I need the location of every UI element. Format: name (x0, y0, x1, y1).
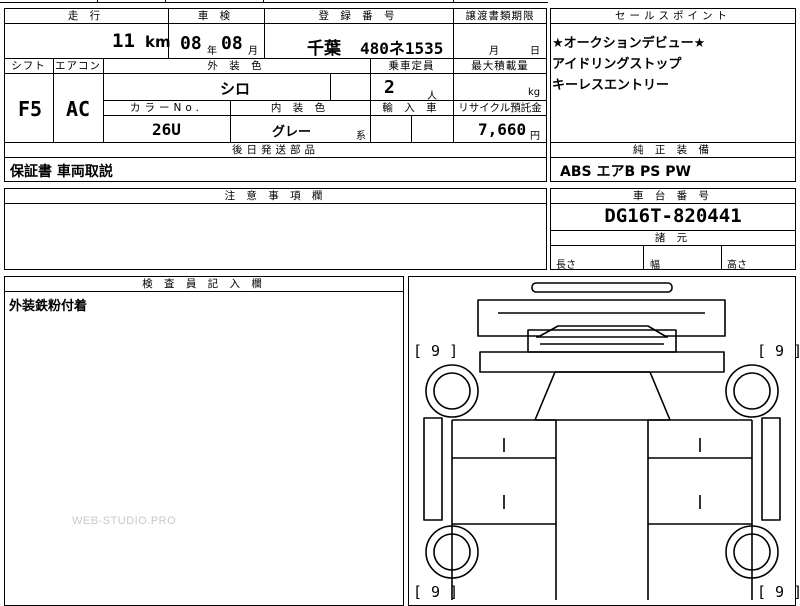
recycle-fee-value: 7,660 (478, 120, 527, 139)
inspector-label: 検 査 員 記 入 欄 (142, 278, 266, 290)
shift-label: シフト (11, 60, 46, 72)
color-no-label: カラーNo. (130, 102, 203, 114)
import-label: 輸 入 車 (382, 102, 441, 114)
damage-mark-front-right: [ 9 ] (757, 342, 800, 360)
damage-mark-front-left: [ 9 ] (413, 342, 459, 360)
inspection-year: 08 (180, 33, 202, 54)
mileage-label: 走 行 (67, 10, 105, 22)
exterior-color-value: シロ (220, 80, 251, 98)
year-unit: 年 (207, 46, 217, 57)
capacity-unit: 人 (427, 91, 437, 102)
capacity-label: 乗車定員 (388, 60, 435, 72)
inspector-note: 外装鉄粉付着 (9, 299, 88, 314)
aircon-label: エアコン (55, 60, 101, 72)
interior-color-label: 内 装 色 (270, 102, 330, 114)
aircon-value: AC (66, 97, 91, 121)
dim-height: 高さ (727, 260, 747, 271)
registration-label: 登 録 番 号 (318, 10, 399, 22)
damage-mark-rear-right: [ 9 ] (757, 583, 800, 601)
chassis-number: DG16T-820441 (604, 205, 742, 227)
dim-width: 幅 (650, 260, 660, 271)
mileage-value: 11 (112, 30, 135, 52)
dimensions-label: 諸 元 (654, 232, 692, 244)
transfer-month-unit: 月 (489, 46, 499, 57)
transfer-deadline-label: 譲渡書類期限 (465, 10, 535, 22)
sales-point-1: ★オークションデビュー★ (552, 36, 706, 51)
load-unit: kg (528, 87, 541, 98)
max-load-label: 最大積載量 (471, 60, 529, 72)
post-parts-value: 保証書 車両取説 (10, 164, 113, 180)
post-parts-label: 後日発送部品 (232, 144, 319, 156)
sales-point-3: キーレスエントリー (552, 78, 670, 93)
recycle-unit: 円 (530, 131, 540, 142)
color-no-value: 26U (152, 120, 181, 139)
shift-value: F5 (18, 97, 43, 121)
sales-point-label: セールスポイント (615, 10, 731, 22)
watermark: WEB-STUDIO.PRO (72, 515, 177, 527)
inspection-label: 車 検 (197, 10, 235, 22)
interior-suffix: 系 (356, 131, 366, 142)
equipment-label: 純 正 装 備 (632, 144, 713, 156)
capacity-value: 2 (384, 77, 395, 98)
notes-label: 注 意 事 項 欄 (224, 190, 327, 202)
mileage-unit: km (145, 33, 171, 51)
chassis-label: 車 台 番 号 (632, 190, 713, 202)
interior-color-value: グレー (272, 125, 312, 140)
recycle-label: リサイクル預託金 (458, 102, 542, 114)
month-unit: 月 (248, 46, 258, 57)
plate-region: 千葉 (307, 39, 341, 59)
transfer-day-unit: 日 (530, 46, 540, 57)
inspection-month: 08 (221, 33, 243, 54)
vehicle-damage-diagram (423, 282, 781, 600)
exterior-color-label: 外 装 色 (207, 60, 266, 72)
damage-mark-rear-left: [ 9 ] (413, 583, 459, 601)
plate-number: 480ネ1535 (360, 39, 444, 58)
dim-length: 長さ (556, 260, 576, 271)
inspector-box (4, 276, 404, 606)
equipment-value: ABS エアB PS PW (560, 164, 691, 180)
sales-point-2: アイドリングストップ (552, 57, 682, 72)
